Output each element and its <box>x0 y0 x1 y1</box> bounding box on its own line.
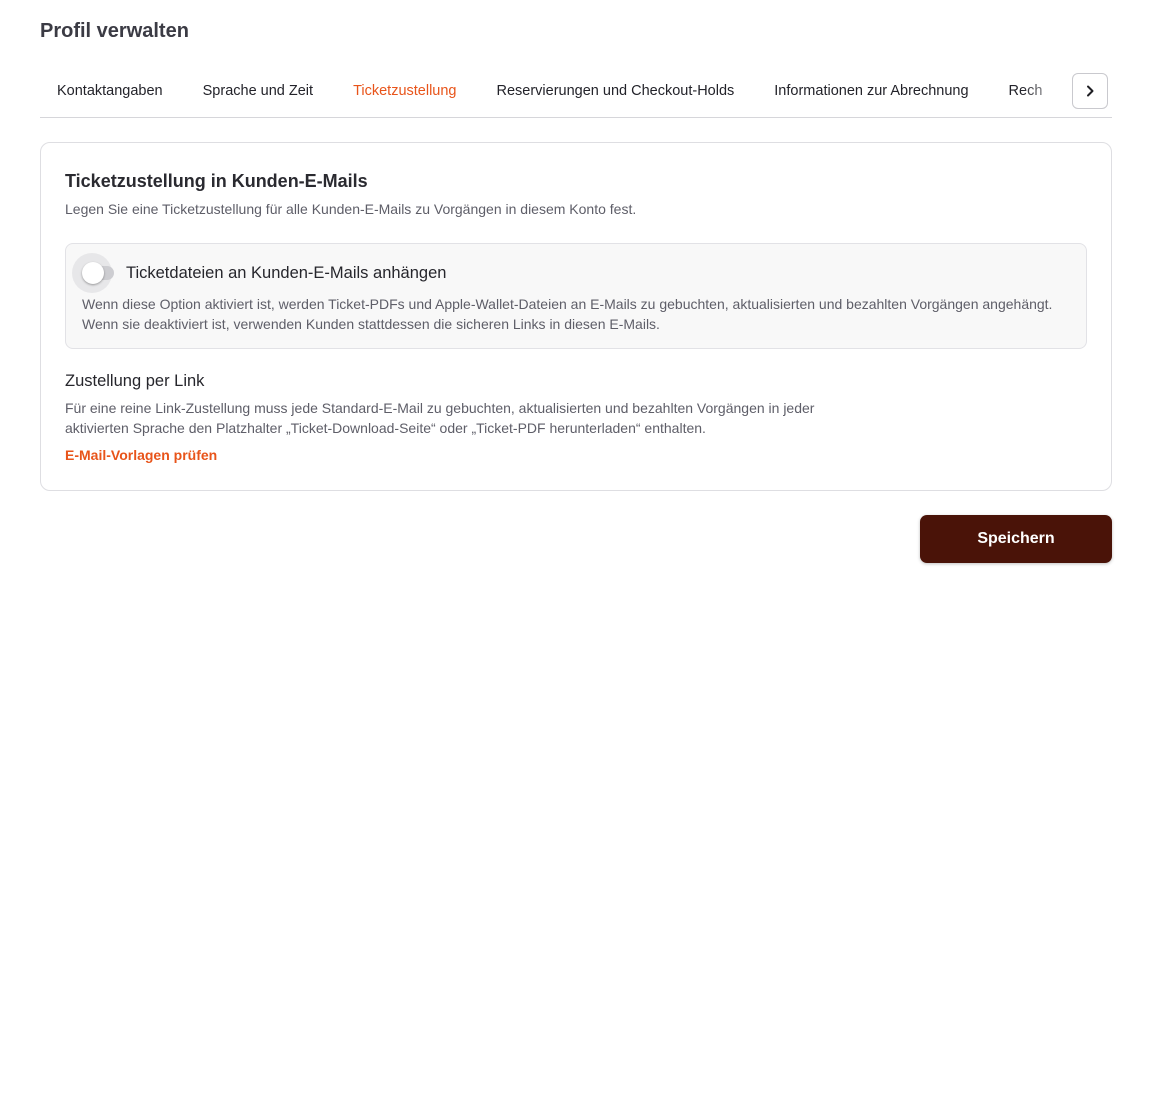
tab-ticketzustellung[interactable]: Ticketzustellung <box>336 64 472 117</box>
card-title: Ticketzustellung in Kunden-E-Mails <box>65 171 368 191</box>
toggle-knob[interactable] <box>82 262 104 284</box>
card-description: Legen Sie eine Ticketzustellung für alle… <box>65 201 637 217</box>
link-delivery-description: Für eine reine Link-Zustellung muss jede… <box>65 400 815 436</box>
attach-files-label[interactable]: Ticketdateien an Kunden-E-Mails anhängen <box>126 264 446 283</box>
tab-reservierungen[interactable]: Reservierungen und Checkout-Holds <box>480 64 751 117</box>
link-delivery-title: Zustellung per Link <box>65 372 205 390</box>
ticket-delivery-card: Ticketzustellung in Kunden-E-Mails Legen… <box>40 142 1112 491</box>
tab-bar: Kontaktangaben Sprache und Zeit Ticketzu… <box>40 64 1112 118</box>
tab-kontaktangaben[interactable]: Kontaktangaben <box>40 64 179 117</box>
attach-files-option: Ticketdateien an Kunden-E-Mails anhängen… <box>65 243 1087 349</box>
tab-sprache-und-zeit[interactable]: Sprache und Zeit <box>186 64 329 117</box>
page-title: Profil verwalten <box>40 20 189 42</box>
attach-files-description: Wenn diese Option aktiviert ist, werden … <box>82 296 1053 332</box>
check-email-templates-link[interactable]: E-Mail-Vorlagen prüfen <box>65 447 217 463</box>
tab-abrechnung[interactable]: Informationen zur Abrechnung <box>757 64 984 117</box>
chevron-right-icon <box>1087 85 1094 97</box>
tab-scroll-right-button[interactable] <box>1072 73 1108 109</box>
save-button[interactable]: Speichern <box>920 515 1112 563</box>
